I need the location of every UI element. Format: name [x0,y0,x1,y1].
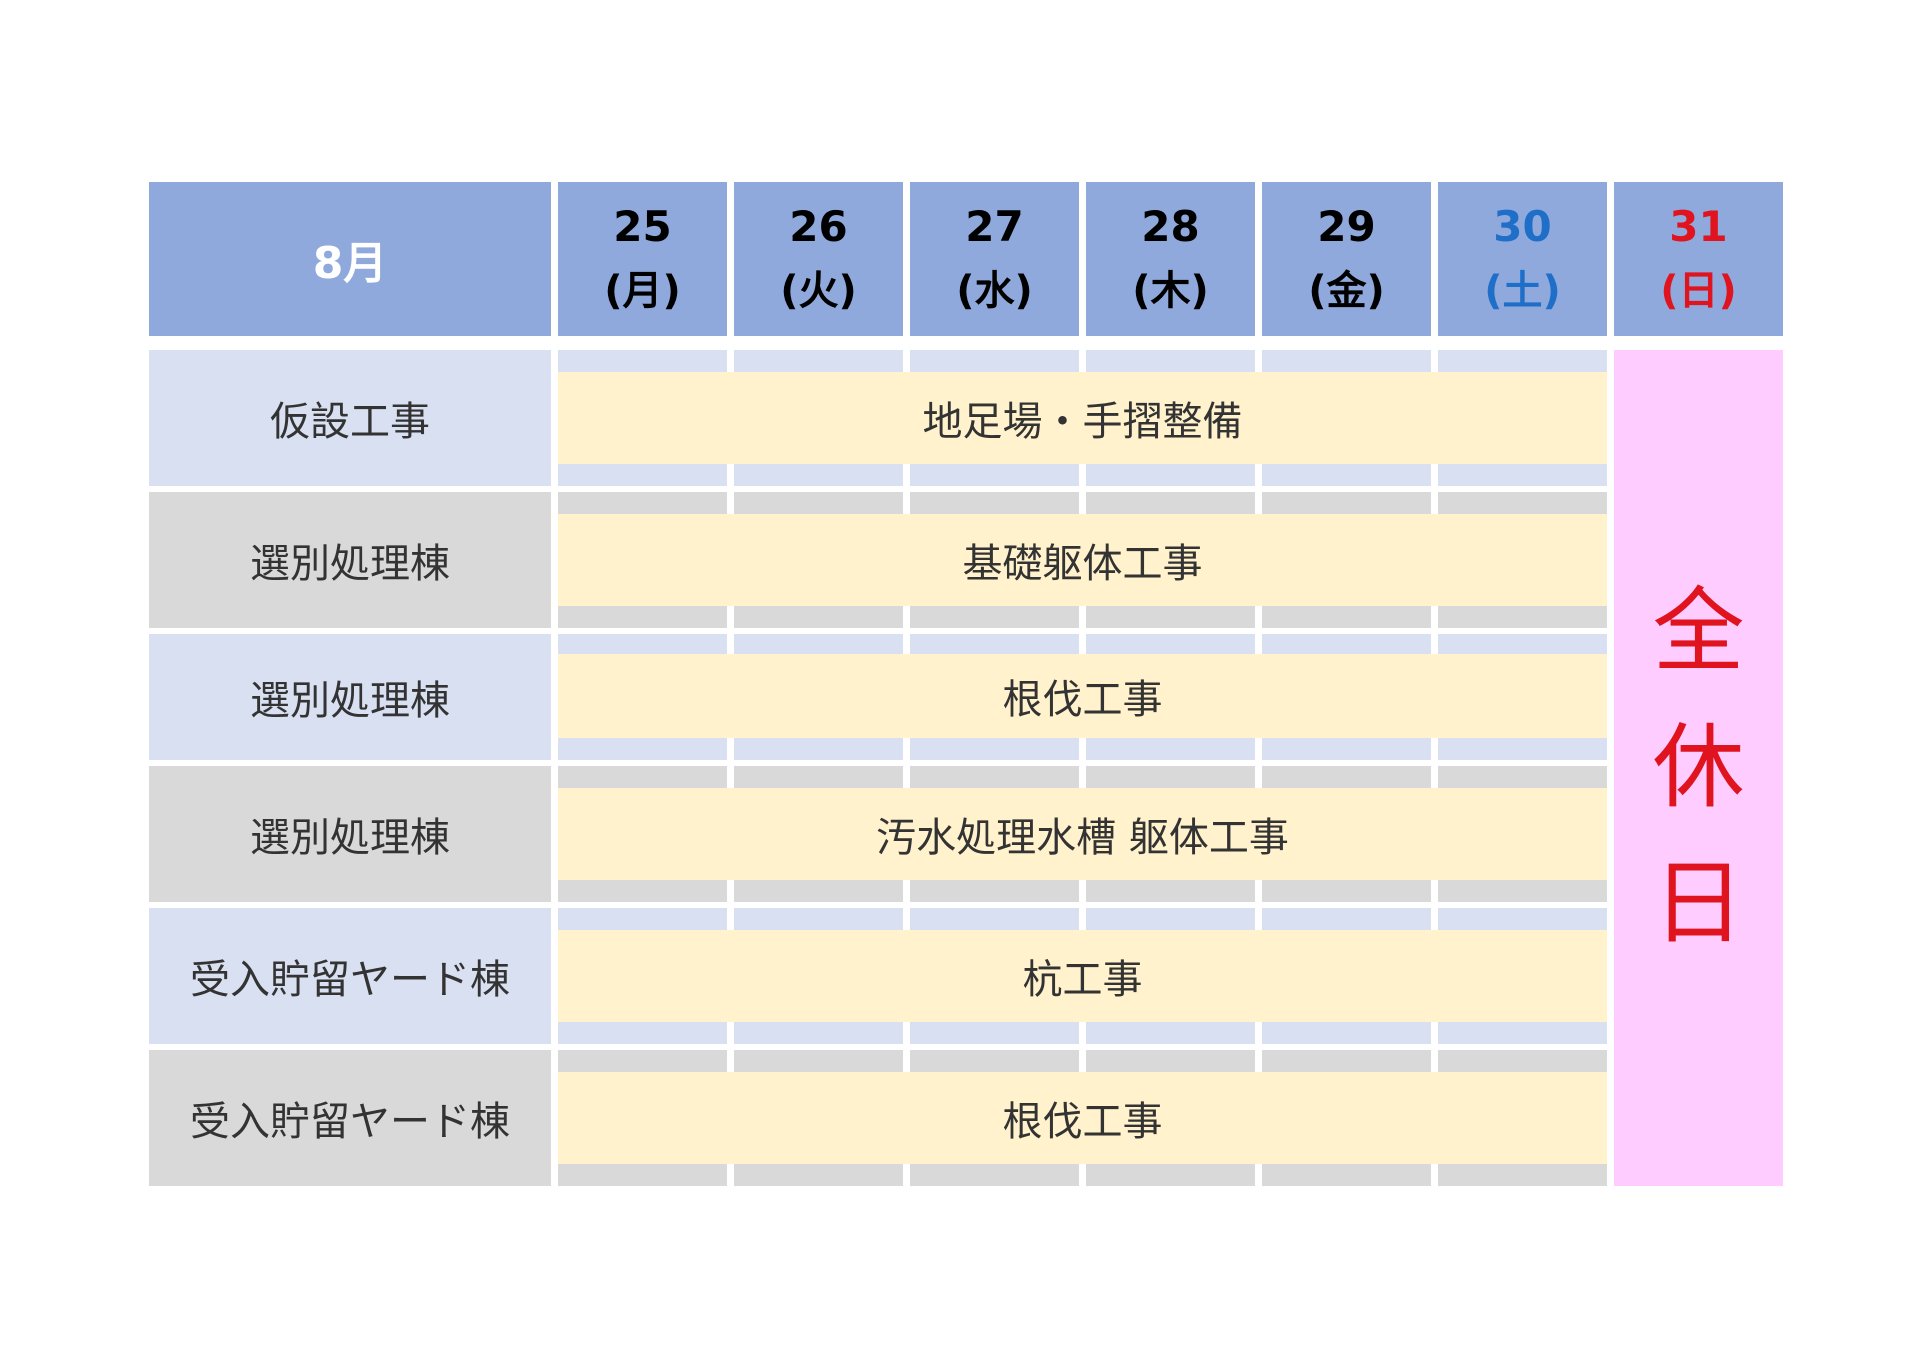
holiday-char: 全 [1652,578,1745,685]
row-label: 選別処理棟 [149,634,551,760]
row-label-text: 受入貯留ヤード棟 [190,957,510,1003]
task-label: 基礎躯体工事 [962,541,1203,587]
task-label: 根伐工事 [1002,677,1163,723]
day-number: 29 [1317,202,1376,251]
row-label: 受入貯留ヤード棟 [149,1050,551,1186]
day-number: 30 [1493,202,1552,251]
holiday-column: 全 休 日 [1614,350,1783,1186]
day-header-27: 27 (水) [910,182,1079,336]
task-bar: 基礎躯体工事 [558,514,1607,606]
task-label: 杭工事 [1022,957,1143,1003]
task-label: 根伐工事 [1002,1099,1163,1145]
task-bar: 地足場・手摺整備 [558,372,1607,464]
holiday-char: 日 [1652,850,1745,957]
day-header-30: 30 (土) [1438,182,1607,336]
row-label: 受入貯留ヤード棟 [149,908,551,1044]
task-label: 地足場・手摺整備 [922,399,1243,445]
day-weekday: (金) [1308,268,1385,314]
day-weekday: (木) [1132,268,1209,314]
day-header-26: 26 (火) [734,182,903,336]
row-label-text: 選別処理棟 [250,815,450,861]
day-number: 28 [1141,202,1200,251]
day-header-31: 31 (日) [1614,182,1783,336]
row-label: 仮設工事 [149,350,551,486]
row-label-text: 選別処理棟 [250,678,450,724]
row-label-text: 仮設工事 [270,399,430,445]
task-bar: 根伐工事 [558,1072,1607,1164]
day-weekday: (月) [604,268,681,314]
day-number: 25 [613,202,672,251]
day-number: 31 [1669,202,1728,251]
holiday-char: 休 [1652,714,1745,821]
row-label-text: 受入貯留ヤード棟 [190,1099,510,1145]
task-label: 汚水処理水槽 躯体工事 [876,815,1289,861]
day-weekday: (水) [956,268,1033,314]
month-header: 8月 [149,182,551,336]
day-weekday: (火) [780,268,857,314]
day-weekday: (土) [1484,268,1561,314]
task-bar: 杭工事 [558,930,1607,1022]
row-label-text: 選別処理棟 [250,541,450,587]
row-label: 選別処理棟 [149,766,551,902]
day-number: 27 [965,202,1024,251]
day-weekday: (日) [1660,268,1737,314]
task-bar: 根伐工事 [558,654,1607,738]
day-header-29: 29 (金) [1262,182,1431,336]
month-label: 8月 [312,238,388,289]
row-label: 選別処理棟 [149,492,551,628]
day-header-28: 28 (木) [1086,182,1255,336]
day-number: 26 [789,202,848,251]
task-bar: 汚水処理水槽 躯体工事 [558,788,1607,880]
day-header-25: 25 (月) [558,182,727,336]
